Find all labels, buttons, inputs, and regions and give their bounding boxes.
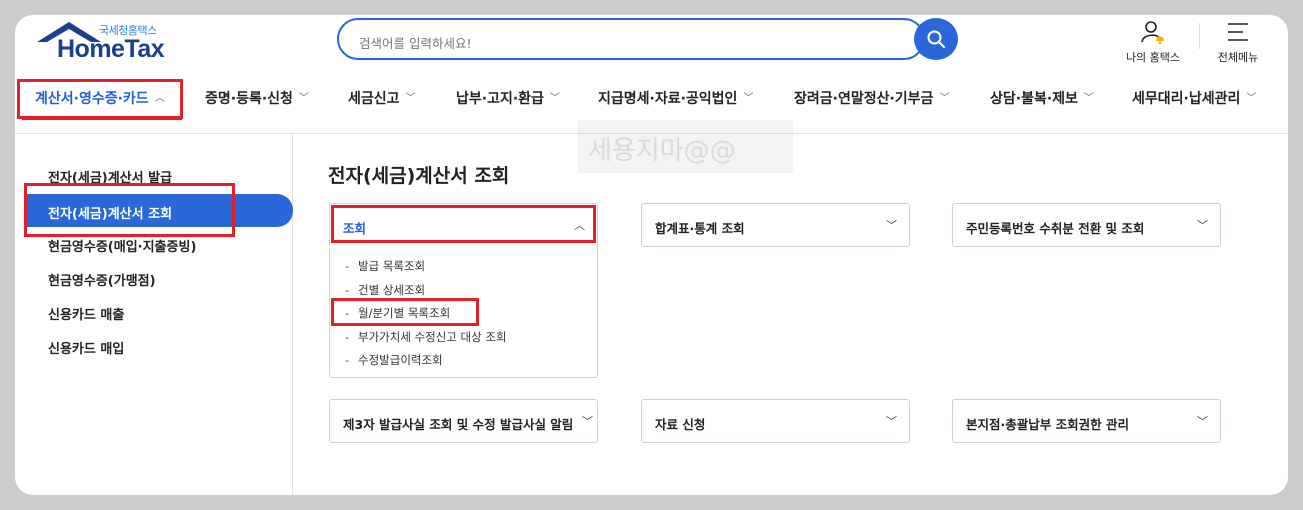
chevron-down-icon: ﹀: [886, 219, 897, 232]
gnb-label: 장려금·연말정산·기부금: [794, 91, 934, 107]
gnb-item-tax-agent[interactable]: 세무대리·납세관리 ﹀: [1132, 88, 1256, 108]
page-title: 전자(세금)계산서 조회: [328, 165, 510, 187]
chevron-down-icon: ﹀: [743, 93, 754, 104]
gnb-label: 지급명세·자료·공익법인: [598, 91, 738, 107]
search-placeholder: 검색어를 입력하세요!: [359, 36, 472, 51]
search-icon: [927, 30, 945, 48]
sidebar-item-card-sales[interactable]: 신용카드 매출: [48, 304, 124, 323]
my-hometax-button[interactable]: 나의 홈택스: [1118, 19, 1188, 65]
utility-divider: [1199, 23, 1200, 49]
sidebar-item-cash-receipt-merchant[interactable]: 현금영수증(가맹점): [48, 270, 156, 289]
sub-item-label: 부가가치세 수정신고 대상 조회: [358, 329, 507, 344]
gnb-item-tax-return[interactable]: 세금신고 ﹀: [348, 88, 416, 108]
third-party-card[interactable]: 제3자 발급사실 조회 및 수정 발급사실 알림 ﹀: [329, 399, 598, 443]
gnb-label: 납부·고지·환급: [456, 91, 544, 107]
gnb-item-consultation[interactable]: 상담·불복·제보 ﹀: [990, 88, 1094, 108]
watermark: 세용지마@@: [578, 120, 793, 173]
gnb-item-payment[interactable]: 납부·고지·환급 ﹀: [456, 88, 560, 108]
branch-permission-card[interactable]: 본지점·총괄납부 조회권한 관리 ﹀: [952, 399, 1221, 443]
chevron-down-icon: ﹀: [549, 93, 560, 104]
chevron-down-icon: ﹀: [886, 415, 897, 428]
highlight-box-inquiry: [331, 205, 596, 243]
chevron-down-icon: ﹀: [1246, 93, 1257, 104]
all-menu-button[interactable]: 전체메뉴: [1203, 19, 1273, 65]
search-input[interactable]: 검색어를 입력하세요!: [337, 18, 925, 60]
chevron-down-icon: ﹀: [405, 93, 416, 104]
data-request-card[interactable]: 자료 신청 ﹀: [641, 399, 910, 443]
sidebar-item-cash-receipt-purchase[interactable]: 현금영수증(매입·지출증빙): [48, 236, 196, 255]
gnb-label: 세금신고: [348, 91, 400, 107]
gnb-label: 상담·불복·제보: [990, 91, 1078, 107]
all-menu-label: 전체메뉴: [1217, 51, 1259, 64]
chevron-down-icon: ﹀: [1197, 219, 1208, 232]
gnb-item-payment-statement[interactable]: 지급명세·자료·공익법인 ﹀: [598, 88, 753, 108]
gnb-label: 증명·등록·신청: [205, 91, 293, 107]
gnb-label: 세무대리·납세관리: [1132, 91, 1241, 107]
global-navigation: 계산서·영수증·카드 ︿ 증명·등록·신청 ﹀ 세금신고 ﹀ 납부·고지·환급 ﹀ 지급…: [15, 77, 1288, 119]
sub-item-label: 발급 목록조회: [358, 259, 426, 273]
card-label: 자료 신청: [655, 417, 706, 432]
chevron-down-icon: ﹀: [298, 93, 309, 104]
highlight-box-sidebar: [24, 183, 235, 237]
hometax-logo[interactable]: 국세청홈택스 HomeTax: [35, 20, 165, 64]
sub-item-label: 수정발급이력조회: [358, 353, 443, 367]
chevron-down-icon: ﹀: [582, 415, 593, 428]
summary-stats-card[interactable]: 합계표·통계 조회 ﹀: [641, 203, 910, 247]
sidebar-item-card-purchase[interactable]: 신용카드 매입: [48, 338, 124, 357]
sub-item-issue-list[interactable]: - 발급 목록조회: [345, 258, 507, 282]
person-bell-icon: [1141, 21, 1164, 44]
chevron-down-icon: ﹀: [1083, 93, 1094, 104]
logo-title: HomeTax: [57, 35, 165, 63]
page-frame: 국세청홈택스 HomeTax 검색어를 입력하세요! 나의 홈택스 전체메뉴 계…: [15, 15, 1288, 495]
chevron-down-icon: ﹀: [1197, 415, 1208, 428]
gnb-item-certificate[interactable]: 증명·등록·신청 ﹀: [205, 88, 309, 108]
card-label: 제3자 발급사실 조회 및 수정 발급사실 알림: [343, 417, 574, 432]
sub-item-label: 건별 상세조회: [358, 282, 426, 297]
gnb-item-incentive[interactable]: 장려금·연말정산·기부금 ﹀: [794, 88, 949, 108]
chevron-down-icon: ﹀: [939, 93, 950, 104]
search-button[interactable]: [914, 18, 958, 60]
sub-item-revision-history[interactable]: - 수정발급이력조회: [345, 352, 507, 376]
card-label: 주민등록번호 수취분 전환 및 조회: [966, 221, 1145, 236]
card-label: 본지점·총괄납부 조회권한 관리: [966, 417, 1129, 432]
highlight-box-gnb: [17, 79, 183, 119]
hamburger-menu-icon: [1228, 23, 1248, 41]
sub-item-vat-amend[interactable]: - 부가가치세 수정신고 대상 조회: [345, 329, 507, 353]
resident-number-card[interactable]: 주민등록번호 수취분 전환 및 조회 ﹀: [952, 203, 1221, 247]
my-hometax-label: 나의 홈택스: [1125, 51, 1181, 64]
card-label: 합계표·통계 조회: [655, 221, 745, 236]
highlight-box-monthly: [331, 298, 479, 326]
